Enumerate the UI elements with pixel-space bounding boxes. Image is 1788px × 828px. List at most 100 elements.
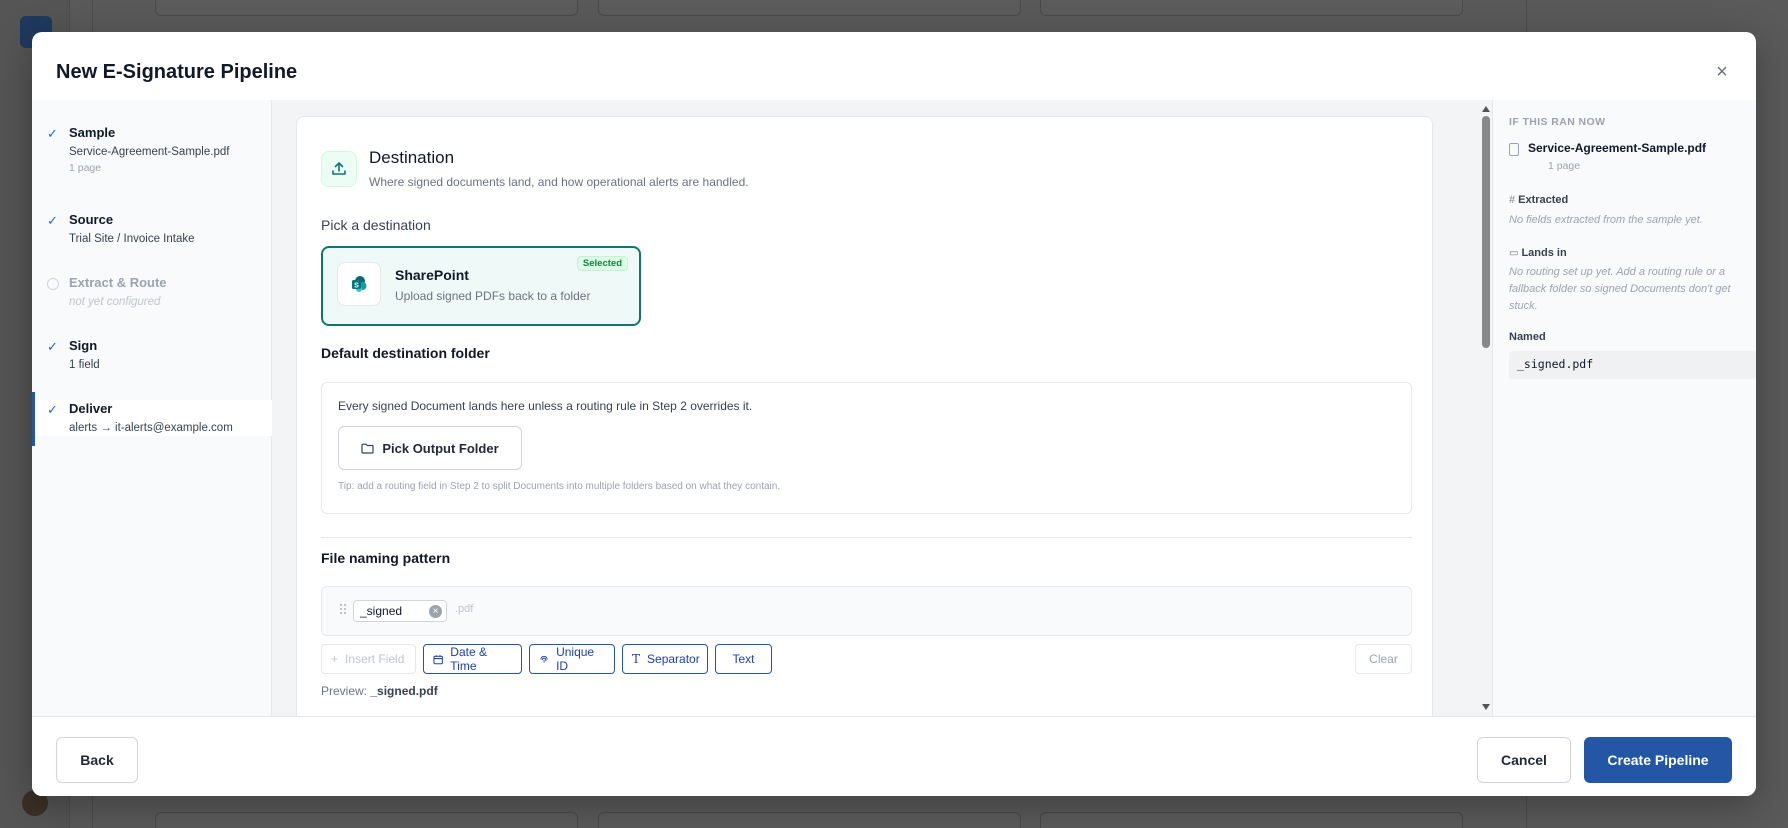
file-icon	[1509, 143, 1519, 156]
step-extract-route[interactable]: Extract & Route not yet configured	[32, 274, 272, 310]
step-subtitle: 1 field	[69, 359, 100, 371]
preview-label: Preview:	[321, 684, 368, 698]
destination-option-sharepoint[interactable]: S SharePoint Upload signed PDFs back to …	[321, 246, 641, 326]
background-card	[598, 0, 1021, 16]
step-sign[interactable]: ✓ Sign 1 field	[32, 337, 272, 373]
hash-icon: #	[1509, 194, 1516, 206]
main-content: Destination Where signed documents land,…	[272, 100, 1480, 716]
fingerprint-icon	[540, 655, 548, 663]
default-folder-label: Default destination folder	[321, 345, 490, 361]
step-sample[interactable]: ✓ Sample Service-Agreement-Sample.pdf 1 …	[32, 124, 272, 176]
folder-icon	[361, 443, 374, 454]
text-label: Text	[732, 652, 755, 666]
plus-icon: +	[331, 652, 339, 666]
section-divider	[321, 537, 1412, 538]
date-time-label: Date & Time	[450, 645, 487, 673]
step-subtitle: Trial Site / Invoice Intake	[69, 233, 195, 245]
upload-icon	[321, 151, 357, 187]
modal-header: New E-Signature Pipeline ×	[32, 32, 1756, 100]
insert-field-button[interactable]: + Insert Field	[321, 644, 416, 674]
preview-page-count: 1 page	[1548, 160, 1581, 172]
extracted-heading: # Extracted	[1509, 194, 1568, 206]
run-preview-panel: IF THIS RAN NOW Service-Agreement-Sample…	[1492, 100, 1756, 716]
unique-id-button[interactable]: Unique ID	[529, 644, 615, 674]
calendar-icon	[433, 654, 443, 664]
background-card	[155, 0, 578, 16]
back-button[interactable]: Back	[56, 737, 138, 783]
pattern-chip[interactable]: _signed ×	[353, 600, 447, 622]
pick-output-folder-label: Pick Output Folder	[382, 440, 499, 456]
modal-title: New E-Signature Pipeline	[56, 61, 298, 83]
step-title: Deliver	[69, 401, 113, 416]
background-card	[1040, 0, 1463, 16]
step-title: Extract & Route	[69, 275, 167, 290]
step-title: Source	[69, 212, 114, 227]
selected-badge: Selected	[576, 256, 628, 271]
lands-in-label: Lands in	[1521, 247, 1567, 259]
preview-value: _signed.pdf	[370, 684, 438, 698]
svg-text:S: S	[354, 282, 359, 289]
pipeline-modal: New E-Signature Pipeline × ✓ Sample Serv…	[32, 32, 1756, 796]
cancel-button[interactable]: Cancel	[1477, 737, 1571, 783]
folder-tip: Tip: add a routing field in Step 2 to sp…	[338, 481, 781, 492]
check-icon: ✓	[47, 402, 58, 417]
insert-field-label: Insert Field	[345, 652, 405, 666]
file-extension: .pdf	[455, 603, 474, 615]
preview-file-name: Service-Agreement-Sample.pdf	[1528, 141, 1707, 155]
extracted-label: Extracted	[1518, 194, 1569, 206]
step-title: Sign	[69, 338, 98, 353]
step-source[interactable]: ✓ Source Trial Site / Invoice Intake	[32, 211, 272, 247]
destination-name: SharePoint	[395, 267, 469, 283]
pending-circle-icon	[47, 278, 59, 290]
date-time-button[interactable]: Date & Time	[423, 644, 522, 674]
check-icon: ✓	[47, 126, 58, 141]
step-deliver[interactable]: ✓ Deliver alerts → it-alerts@example.com	[32, 392, 272, 446]
modal-footer: Back Cancel Create Pipeline	[32, 716, 1756, 796]
check-icon: ✓	[47, 339, 58, 354]
extracted-note: No fields extracted from the sample yet.	[1509, 214, 1703, 226]
section-subtitle: Where signed documents land, and how ope…	[369, 175, 749, 189]
step-subtitle: not yet configured	[69, 296, 161, 308]
separator-label: Separator	[647, 652, 700, 666]
named-value: _signed.pdf	[1509, 351, 1756, 379]
background-card	[598, 812, 1021, 828]
step-title: Sample	[69, 125, 116, 140]
clear-button[interactable]: Clear	[1355, 644, 1412, 674]
file-naming-label: File naming pattern	[321, 550, 451, 566]
preview-kicker: IF THIS RAN NOW	[1509, 116, 1606, 128]
close-icon[interactable]: ×	[1712, 62, 1732, 82]
main-scrollbar[interactable]	[1480, 100, 1492, 716]
step-subtitle: alerts → it-alerts@example.com	[69, 422, 233, 434]
sharepoint-logo-icon: S	[337, 262, 381, 306]
destination-card: Destination Where signed documents land,…	[296, 116, 1433, 716]
scrollbar-thumb[interactable]	[1482, 116, 1490, 348]
separator-button[interactable]: T Separator	[622, 644, 708, 674]
text-button[interactable]: Text	[715, 644, 772, 674]
background-card	[1040, 812, 1463, 828]
create-pipeline-button[interactable]: Create Pipeline	[1584, 737, 1732, 783]
default-folder-box: Every signed Document lands here unless …	[321, 382, 1412, 514]
step-subtitle: Service-Agreement-Sample.pdf	[69, 146, 230, 158]
check-icon: ✓	[47, 213, 58, 228]
pick-output-folder-button[interactable]: Pick Output Folder	[338, 426, 522, 470]
drag-handle-icon[interactable]: ⠿	[338, 602, 348, 619]
text-type-icon: T	[632, 652, 641, 666]
folder-icon: ▭	[1509, 248, 1519, 259]
filename-preview: Preview: _signed.pdf	[321, 684, 438, 698]
background-card	[155, 812, 578, 828]
scroll-down-arrow-icon[interactable]	[1482, 704, 1490, 710]
section-title: Destination	[369, 148, 455, 167]
chip-label: _signed	[360, 604, 403, 618]
folder-note: Every signed Document lands here unless …	[338, 399, 753, 413]
wizard-stepper: ✓ Sample Service-Agreement-Sample.pdf 1 …	[32, 100, 272, 716]
unique-id-label: Unique ID	[556, 645, 595, 673]
lands-in-heading: ▭ Lands in	[1509, 247, 1567, 259]
named-label: Named	[1509, 331, 1546, 343]
step-meta: 1 page	[69, 162, 102, 174]
pick-destination-label: Pick a destination	[321, 217, 431, 233]
naming-pattern-input[interactable]: ⠿ _signed × .pdf	[321, 586, 1412, 636]
scroll-up-arrow-icon[interactable]	[1482, 106, 1490, 112]
remove-chip-icon[interactable]: ×	[429, 605, 442, 618]
lands-in-note: No routing set up yet. Add a routing rul…	[1509, 266, 1731, 312]
destination-description: Upload signed PDFs back to a folder	[395, 289, 591, 303]
